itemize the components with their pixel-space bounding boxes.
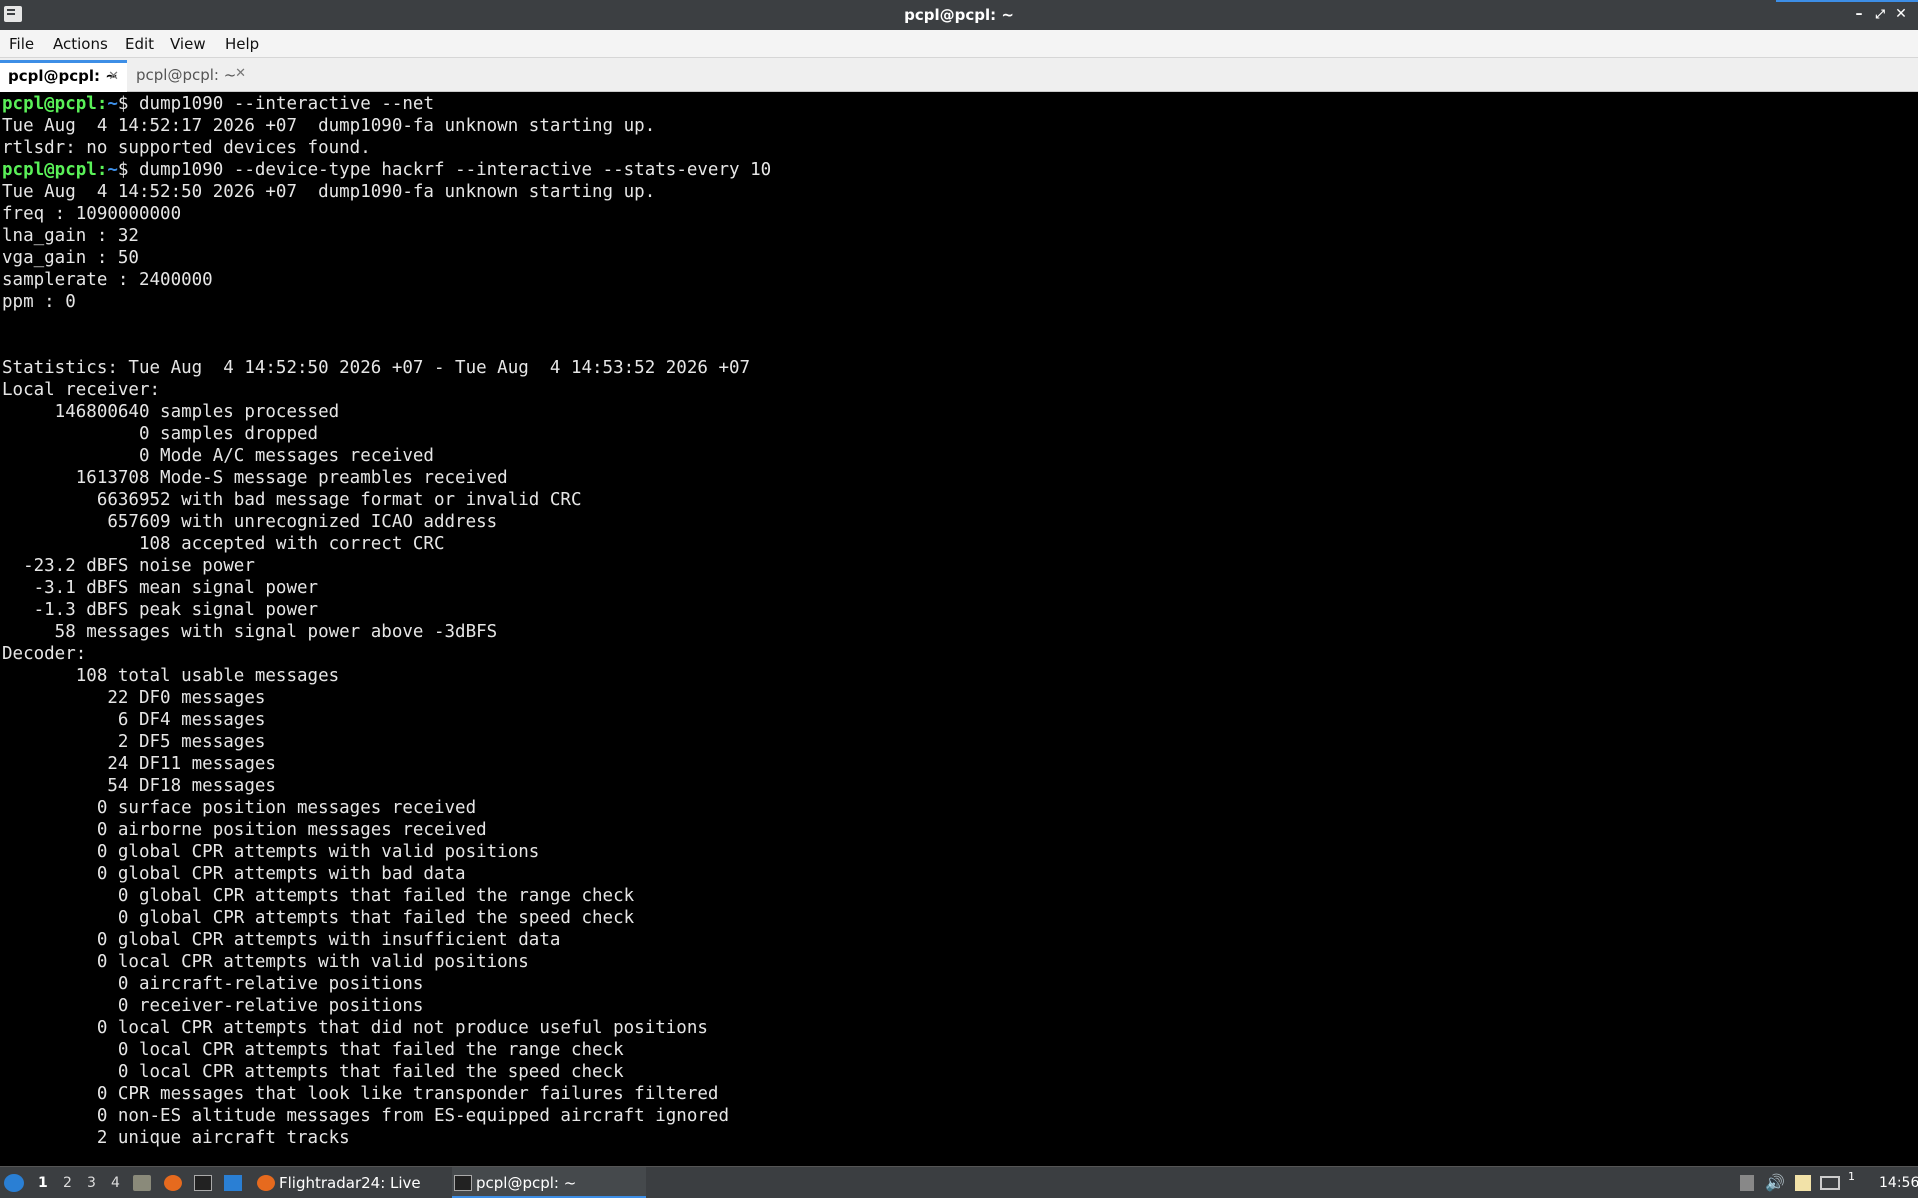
prompt-separator: :	[96, 160, 108, 180]
task-label: pcpl@pcpl: ~	[476, 1174, 577, 1192]
command-text: $ dump1090 --interactive --net	[117, 94, 434, 114]
titlebar-accent	[1776, 0, 1918, 2]
task-terminal[interactable]: pcpl@pcpl: ~	[452, 1167, 646, 1198]
terminal-prompt-line: pcpl@pcpl:~$ dump1090 --device-type hack…	[2, 159, 1918, 181]
tab-close-icon[interactable]: ✕	[235, 66, 246, 81]
minimize-icon[interactable]: –	[1850, 5, 1868, 23]
terminal-output-line: 108 accepted with correct CRC	[2, 534, 445, 554]
terminal-output-line: 0 global CPR attempts that failed the ra…	[2, 886, 635, 906]
maximize-icon[interactable]: ⤢	[1871, 5, 1889, 23]
terminal-output-line: 0 aircraft-relative positions	[2, 974, 424, 994]
tab-label: pcpl@pcpl: ~	[136, 66, 237, 84]
terminal-output-line: 58 messages with signal power above -3dB…	[2, 622, 498, 642]
menu-view[interactable]: View	[170, 35, 206, 53]
terminal-output-line: -3.1 dBFS mean signal power	[2, 578, 319, 598]
terminal-output-line: 0 local CPR attempts with valid position…	[2, 952, 529, 972]
terminal-output-line: 2 unique aircraft tracks	[2, 1128, 350, 1148]
terminal-output-line: 1613708 Mode-S message preambles receive…	[2, 468, 508, 488]
terminal-output-line: 108 total usable messages	[2, 666, 340, 686]
terminal-output-line: 146800640 samples processed	[2, 402, 340, 422]
terminal-launcher-icon[interactable]	[194, 1175, 212, 1191]
terminal-output-line: Decoder:	[2, 644, 87, 664]
workspace-2[interactable]: 2	[63, 1167, 72, 1198]
firefox-icon[interactable]	[164, 1175, 182, 1191]
start-menu-icon[interactable]	[4, 1174, 24, 1192]
taskbar: 1 2 3 4 Flightradar24: Live Fli... pcpl@…	[0, 1166, 1918, 1198]
terminal-output-line: -1.3 dBFS peak signal power	[2, 600, 319, 620]
terminal-output-line: 0 samples dropped	[2, 424, 319, 444]
terminal-output-line: vga_gain : 50	[2, 248, 139, 268]
tray-up-icon[interactable]	[1740, 1175, 1754, 1191]
terminal-output-line: 0 local CPR attempts that failed the ran…	[2, 1040, 624, 1060]
tab-bar: pcpl@pcpl: ~ ✕ pcpl@pcpl: ~ ✕	[0, 58, 1918, 92]
terminal-output-line: -23.2 dBFS noise power	[2, 556, 255, 576]
workspace-3[interactable]: 3	[87, 1167, 96, 1198]
terminal-output-line: 657609 with unrecognized ICAO address	[2, 512, 498, 532]
terminal-output-line: 24 DF11 messages	[2, 754, 276, 774]
workspace-1[interactable]: 1	[38, 1167, 48, 1198]
terminal-output-line: 54 DF18 messages	[2, 776, 276, 796]
terminal-output-line: 0 global CPR attempts that failed the sp…	[2, 908, 635, 928]
file-manager-icon[interactable]	[133, 1175, 151, 1191]
prompt-path: ~	[107, 160, 118, 180]
terminal-icon	[454, 1175, 472, 1191]
terminal-output-line: samplerate : 2400000	[2, 270, 213, 290]
task-label: Flightradar24: Live Fli...	[279, 1174, 421, 1192]
terminal-output-line: 0 non-ES altitude messages from ES-equip…	[2, 1106, 729, 1126]
terminal-output-line: 0 local CPR attempts that did not produc…	[2, 1018, 708, 1038]
menu-actions[interactable]: Actions	[53, 35, 108, 53]
tab-label: pcpl@pcpl: ~	[8, 67, 118, 85]
terminal-output-line: 0 Mode A/C messages received	[2, 446, 434, 466]
terminal-output-line: Tue Aug 4 14:52:17 2026 +07 dump1090-fa …	[2, 116, 656, 136]
menu-edit[interactable]: Edit	[125, 35, 154, 53]
close-icon[interactable]: ✕	[1892, 5, 1910, 23]
menu-bar: File Actions Edit View Help	[0, 30, 1918, 58]
menu-help[interactable]: Help	[225, 35, 259, 53]
volume-icon[interactable]: 🔊	[1765, 1167, 1785, 1198]
terminal-output-line: 0 global CPR attempts with insufficient …	[2, 930, 561, 950]
tab-close-icon[interactable]: ✕	[108, 69, 119, 84]
terminal-output-line: 0 local CPR attempts that failed the spe…	[2, 1062, 624, 1082]
desktop-icon[interactable]	[224, 1175, 242, 1191]
notification-badge[interactable]: 1	[1848, 1161, 1855, 1193]
terminal-output-line: 0 global CPR attempts with valid positio…	[2, 842, 540, 862]
terminal-output-line: lna_gain : 32	[2, 226, 139, 246]
workspace-4[interactable]: 4	[111, 1167, 120, 1198]
terminal-output-line: 0 CPR messages that look like transponde…	[2, 1084, 719, 1104]
prompt-user: pcpl@pcpl	[2, 94, 97, 114]
tab-terminal-1[interactable]: pcpl@pcpl: ~ ✕	[0, 60, 127, 92]
terminal-output-line: 0 surface position messages received	[2, 798, 477, 818]
terminal-output-line: 0 receiver-relative positions	[2, 996, 424, 1016]
terminal-output-line: Tue Aug 4 14:52:50 2026 +07 dump1090-fa …	[2, 182, 656, 202]
clock[interactable]: 14:56	[1879, 1167, 1918, 1198]
tab-terminal-2[interactable]: pcpl@pcpl: ~ ✕	[128, 60, 254, 92]
window-titlebar[interactable]: pcpl@pcpl: ~ – ⤢ ✕	[0, 0, 1918, 30]
terminal-output[interactable]: pcpl@pcpl:~$ dump1090 --interactive --ne…	[0, 93, 1918, 1165]
prompt-separator: :	[96, 94, 108, 114]
terminal-output-line: 2 DF5 messages	[2, 732, 266, 752]
menu-file[interactable]: File	[9, 35, 34, 53]
terminal-output-line: 6636952 with bad message format or inval…	[2, 490, 582, 510]
terminal-output-line: Statistics: Tue Aug 4 14:52:50 2026 +07 …	[2, 358, 751, 378]
terminal-output-line: 6 DF4 messages	[2, 710, 266, 730]
command-text: $ dump1090 --device-type hackrf --intera…	[117, 160, 772, 180]
firefox-icon	[257, 1175, 275, 1191]
terminal-output-line: rtlsdr: no supported devices found.	[2, 138, 371, 158]
terminal-output-line: 22 DF0 messages	[2, 688, 266, 708]
terminal-output-line: freq : 1090000000	[2, 204, 182, 224]
task-firefox[interactable]: Flightradar24: Live Fli...	[255, 1167, 440, 1198]
prompt-user: pcpl@pcpl	[2, 160, 97, 180]
window-title: pcpl@pcpl: ~	[904, 6, 1014, 24]
prompt-path: ~	[107, 94, 118, 114]
clipboard-icon[interactable]	[1795, 1175, 1811, 1191]
terminal-output-line: 0 global CPR attempts with bad data	[2, 864, 466, 884]
network-icon[interactable]	[1820, 1176, 1840, 1190]
terminal-output-line: Local receiver:	[2, 380, 161, 400]
terminal-prompt-line: pcpl@pcpl:~$ dump1090 --interactive --ne…	[2, 93, 1918, 115]
terminal-output-line: 0 airborne position messages received	[2, 820, 487, 840]
terminal-output-line: ppm : 0	[2, 292, 76, 312]
